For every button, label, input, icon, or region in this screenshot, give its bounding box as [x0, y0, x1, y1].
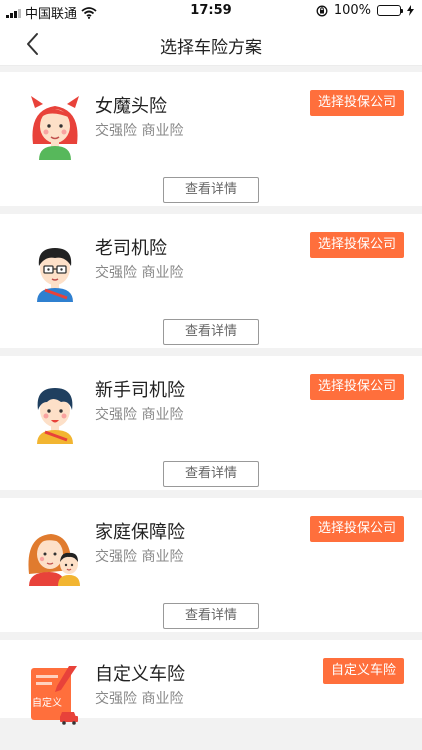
- select-insurer-button[interactable]: 选择投保公司: [309, 232, 404, 258]
- battery-icon: [377, 5, 403, 16]
- plan-name: 家庭保障险: [95, 522, 185, 543]
- young-man-avatar-icon: [25, 378, 85, 444]
- plan-card: 家庭保障险 交强险 商业险 选择投保公司 查看详情: [0, 498, 422, 632]
- page-title: 选择车险方案: [160, 38, 262, 58]
- view-details-button[interactable]: 查看详情: [163, 461, 259, 487]
- custom-avatar-text: 自定义: [32, 696, 62, 709]
- glasses-man-avatar-icon: [25, 236, 85, 302]
- plan-list: 女魔头险 交强险 商业险 选择投保公司 查看详情 老司机险 交强险 商业险 选择…: [0, 72, 422, 726]
- status-bar: 中国联通 17:59 100%: [0, 0, 422, 22]
- plan-card: 女魔头险 交强险 商业险 选择投保公司 查看详情: [0, 72, 422, 206]
- nav-bar: 选择车险方案: [0, 22, 422, 66]
- plan-coverage: 交强险 商业险: [95, 549, 184, 565]
- battery-percent: 100%: [333, 3, 371, 18]
- custom-document-icon: 自定义: [25, 662, 85, 728]
- view-details-button[interactable]: 查看详情: [163, 319, 259, 345]
- plan-card: 老司机险 交强险 商业险 选择投保公司 查看详情: [0, 214, 422, 348]
- plan-coverage: 交强险 商业险: [95, 691, 184, 707]
- plan-card: 新手司机险 交强险 商业险 选择投保公司 查看详情: [0, 356, 422, 490]
- select-insurer-button[interactable]: 选择投保公司: [309, 374, 404, 400]
- plan-name: 新手司机险: [95, 380, 185, 401]
- custom-plan-button[interactable]: 自定义车险: [322, 658, 404, 684]
- view-details-button[interactable]: 查看详情: [163, 603, 259, 629]
- select-insurer-button[interactable]: 选择投保公司: [309, 90, 404, 116]
- plan-name: 老司机险: [95, 238, 167, 259]
- plan-coverage: 交强险 商业险: [95, 123, 184, 139]
- mother-child-avatar-icon: [25, 520, 85, 586]
- view-details-button[interactable]: 查看详情: [163, 177, 259, 203]
- plan-coverage: 交强险 商业险: [95, 407, 184, 423]
- devil-woman-avatar-icon: [25, 94, 85, 160]
- plan-card: 自定义 自定义车险 交强险 商业险 自定义车险: [0, 640, 422, 725]
- orientation-lock-icon: [316, 5, 328, 16]
- select-insurer-button[interactable]: 选择投保公司: [309, 516, 404, 542]
- plan-coverage: 交强险 商业险: [95, 265, 184, 281]
- charging-bolt-icon: [407, 5, 414, 16]
- plan-name: 女魔头险: [95, 96, 167, 117]
- plan-name: 自定义车险: [95, 664, 185, 685]
